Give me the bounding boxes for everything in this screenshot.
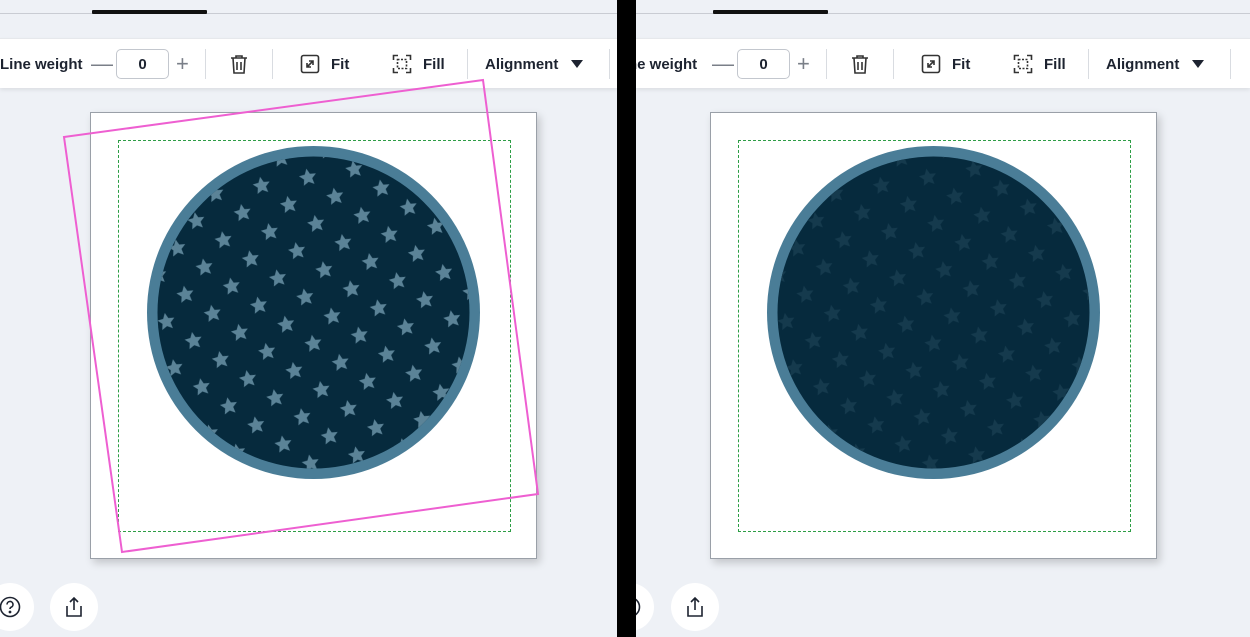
line-weight-label: Line weight <box>0 55 83 73</box>
share-button[interactable] <box>671 583 719 631</box>
line-weight-input[interactable]: 0 <box>116 49 169 79</box>
fill-button[interactable]: Fill <box>1013 39 1066 89</box>
trash-icon <box>231 55 247 74</box>
fit-expand-icon <box>300 54 320 74</box>
delete-button[interactable] <box>229 39 249 89</box>
help-button[interactable] <box>636 583 654 631</box>
toolbar-separator <box>1230 49 1231 79</box>
help-icon <box>636 598 641 616</box>
line-weight-increment-button[interactable]: + <box>797 39 810 89</box>
alignment-dropdown[interactable]: Alignment <box>1106 39 1205 89</box>
alignment-dropdown[interactable]: Alignment <box>485 39 584 89</box>
help-button[interactable] <box>0 583 34 631</box>
trash-icon <box>852 55 868 74</box>
share-button[interactable] <box>50 583 98 631</box>
star-pattern-disc[interactable] <box>147 146 480 479</box>
alignment-label: Alignment <box>1106 55 1180 73</box>
toolbar-separator <box>893 49 894 79</box>
fit-expand-icon <box>921 54 941 74</box>
alignment-label: Alignment <box>485 55 559 73</box>
caret-down-icon <box>571 60 584 68</box>
line-weight-decrement-button[interactable]: — <box>91 39 113 89</box>
design-toolbar: ne weight — 0 + Fit Fill Alignment <box>636 38 1250 88</box>
split-divider <box>617 0 636 637</box>
line-weight-label: ne weight <box>636 55 698 73</box>
fill-frame-icon <box>1013 54 1033 74</box>
active-tab-indicator <box>92 10 207 14</box>
line-weight-increment-button[interactable]: + <box>176 39 189 89</box>
fill-label: Fill <box>1044 55 1066 73</box>
star-pattern-disc[interactable] <box>767 146 1100 479</box>
toolbar-separator <box>826 49 827 79</box>
fill-frame-icon <box>392 54 412 74</box>
toolbar-separator <box>272 49 273 79</box>
help-icon <box>0 596 21 618</box>
fit-button[interactable]: Fit <box>300 39 349 89</box>
fill-label: Fill <box>423 55 445 73</box>
toolbar-separator <box>1088 49 1089 79</box>
design-canvas[interactable] <box>90 112 537 559</box>
toolbar-separator <box>205 49 206 79</box>
editor-panel-right: ne weight — 0 + Fit Fill Alignment <box>636 0 1250 637</box>
toolbar-separator <box>467 49 468 79</box>
editor-panel-left: Line weight — 0 + Fit Fill Alignment <box>0 0 617 637</box>
fit-button[interactable]: Fit <box>921 39 970 89</box>
share-icon <box>687 596 703 617</box>
toolbar-separator <box>609 49 610 79</box>
line-weight-input[interactable]: 0 <box>737 49 790 79</box>
line-weight-decrement-button[interactable]: — <box>712 39 734 89</box>
fit-label: Fit <box>952 55 971 73</box>
caret-down-icon <box>1192 60 1205 68</box>
design-toolbar: Line weight — 0 + Fit Fill Alignment <box>0 38 617 88</box>
active-tab-indicator <box>713 10 828 14</box>
fit-label: Fit <box>331 55 350 73</box>
share-icon <box>66 596 82 617</box>
delete-button[interactable] <box>850 39 870 89</box>
fill-button[interactable]: Fill <box>392 39 445 89</box>
design-canvas[interactable] <box>710 112 1157 559</box>
